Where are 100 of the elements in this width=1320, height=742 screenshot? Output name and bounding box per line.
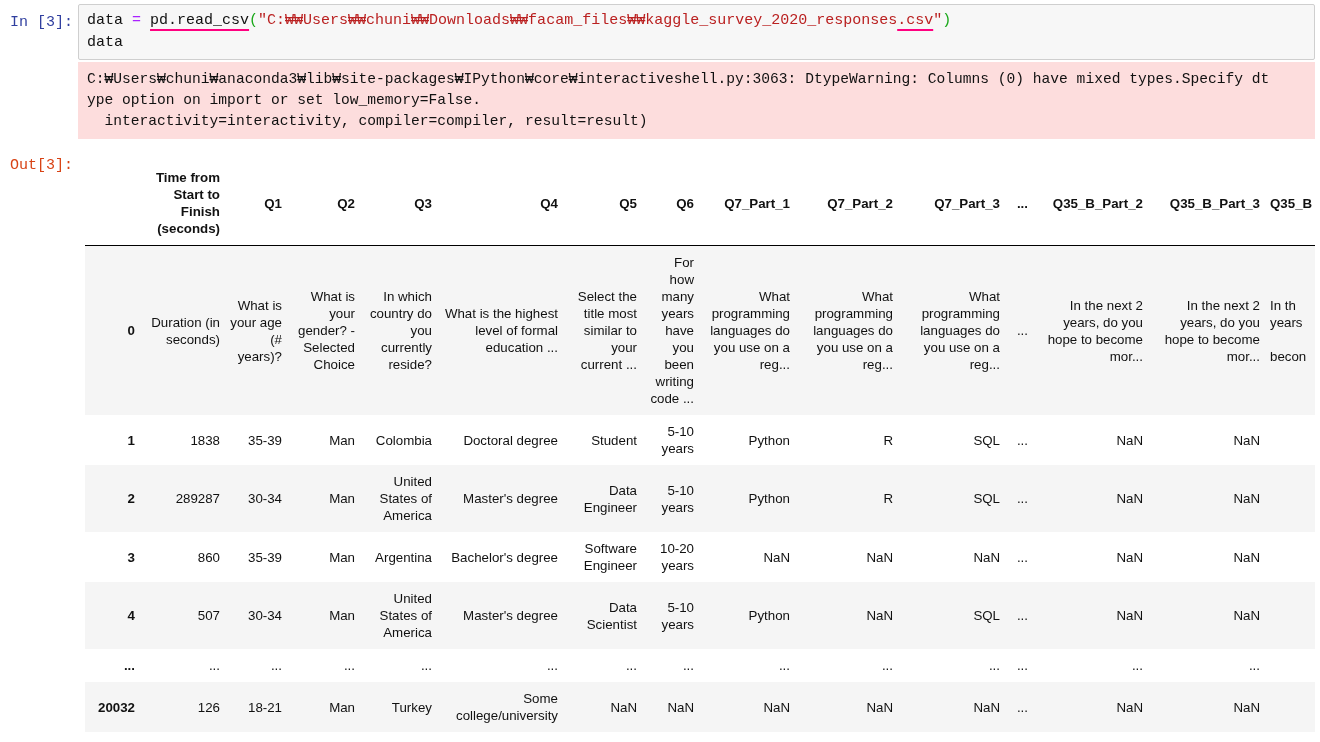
table-cell: Man bbox=[287, 532, 360, 582]
table-cell: 30-34 bbox=[225, 582, 287, 649]
table-cell: For how many years have you been writing code ... bbox=[642, 245, 699, 415]
row-index: 2 bbox=[85, 465, 140, 532]
table-cell: NaN bbox=[642, 682, 699, 732]
table-cell: SQL bbox=[898, 465, 1005, 532]
table-cell: ... bbox=[437, 649, 563, 682]
table-cell: Duration (in seconds) bbox=[140, 245, 225, 415]
table-cell: ... bbox=[1005, 465, 1033, 532]
table-cell: NaN bbox=[795, 532, 898, 582]
table-cell: 35-39 bbox=[225, 415, 287, 465]
table-cell: ... bbox=[1148, 649, 1265, 682]
table-cell: ... bbox=[898, 649, 1005, 682]
column-header: Q5 bbox=[563, 161, 642, 246]
table-cell: NaN bbox=[898, 532, 1005, 582]
table-cell: 289287 bbox=[140, 465, 225, 532]
table-cell: 860 bbox=[140, 532, 225, 582]
column-header: Q7_Part_1 bbox=[699, 161, 795, 246]
column-header: Q35_B bbox=[1265, 161, 1315, 246]
code-line: data = pd.read_csv("C:₩₩Users₩₩chuni₩₩Downloads₩₩facam_files₩₩kaggle_survey_2020_responses.csv") bbox=[87, 12, 952, 29]
table-cell: In th years becon bbox=[1265, 245, 1315, 415]
code-cell[interactable]: data = pd.read_csv("C:₩₩Users₩₩chuni₩₩Downloads₩₩facam_files₩₩kaggle_survey_2020_responses.csv") data bbox=[78, 4, 1315, 60]
row-index: ... bbox=[85, 649, 140, 682]
table-cell: What is your gender? - Selected Choice bbox=[287, 245, 360, 415]
table-cell: 35-39 bbox=[225, 532, 287, 582]
column-header: Q2 bbox=[287, 161, 360, 246]
table-cell: Python bbox=[699, 582, 795, 649]
row-index: 20032 bbox=[85, 682, 140, 732]
row-index: 3 bbox=[85, 532, 140, 582]
table-cell: NaN bbox=[1033, 582, 1148, 649]
table-cell: R bbox=[795, 465, 898, 532]
column-header: Q7_Part_3 bbox=[898, 161, 1005, 246]
table-cell: NaN bbox=[1148, 582, 1265, 649]
table-cell: NaN bbox=[1033, 465, 1148, 532]
table-cell: ... bbox=[795, 649, 898, 682]
table-cell: SQL bbox=[898, 582, 1005, 649]
table-cell: Man bbox=[287, 682, 360, 732]
row-index: 4 bbox=[85, 582, 140, 649]
table-cell: R bbox=[795, 415, 898, 465]
column-header: Time from Start to Finish (seconds) bbox=[140, 161, 225, 246]
table-cell: United States of America bbox=[360, 582, 437, 649]
warning-output: C:₩Users₩chuni₩anaconda3₩lib₩site-packages₩IPython₩core₩interactiveshell.py:3063: DtypeWarning: Columns (0) have mixed types.Specify dt ype option on import or set low_memory=False. interactivity=interactivity, compiler=compiler, result=result) bbox=[78, 62, 1315, 139]
table-cell: Master's degree bbox=[437, 582, 563, 649]
table-cell: In the next 2 years, do you hope to become mor... bbox=[1148, 245, 1265, 415]
table-cell: NaN bbox=[1148, 465, 1265, 532]
table-cell: ... bbox=[1005, 582, 1033, 649]
row-index: 1 bbox=[85, 415, 140, 465]
table-cell: ... bbox=[1005, 682, 1033, 732]
table-cell: ... bbox=[699, 649, 795, 682]
table-cell: What programming languages do you use on a reg... bbox=[795, 245, 898, 415]
table-cell: 5-10 years bbox=[642, 415, 699, 465]
table-cell: Data Engineer bbox=[563, 465, 642, 532]
table-cell: NaN bbox=[898, 682, 1005, 732]
table-cell: In which country do you currently reside? bbox=[360, 245, 437, 415]
table-cell: 5-10 years bbox=[642, 582, 699, 649]
table-cell: Select the title most similar to your current ... bbox=[563, 245, 642, 415]
column-header: ... bbox=[1005, 161, 1033, 246]
table-cell: 18-21 bbox=[225, 682, 287, 732]
table-cell: Bachelor's degree bbox=[437, 532, 563, 582]
table-cell: Some college/university bbox=[437, 682, 563, 732]
table-cell: NaN bbox=[1148, 415, 1265, 465]
table-cell: ... bbox=[1005, 649, 1033, 682]
input-prompt: In [3]: bbox=[9, 13, 74, 33]
table-cell: NaN bbox=[795, 682, 898, 732]
output-prompt: Out[3]: bbox=[9, 156, 74, 176]
table-cell: NaN bbox=[699, 532, 795, 582]
column-header: Q35_B_Part_3 bbox=[1148, 161, 1265, 246]
table-cell: 1838 bbox=[140, 415, 225, 465]
table-cell: ... bbox=[1005, 532, 1033, 582]
table-cell: Turkey bbox=[360, 682, 437, 732]
table-cell: 507 bbox=[140, 582, 225, 649]
table-cell: ... bbox=[225, 649, 287, 682]
table-cell: Man bbox=[287, 465, 360, 532]
table-cell: NaN bbox=[699, 682, 795, 732]
table-cell: NaN bbox=[563, 682, 642, 732]
table-cell: ... bbox=[1005, 245, 1033, 415]
table-cell: NaN bbox=[1033, 532, 1148, 582]
table-cell: What is the highest level of formal education ... bbox=[437, 245, 563, 415]
table-cell: NaN bbox=[1148, 682, 1265, 732]
column-header: Q7_Part_2 bbox=[795, 161, 898, 246]
table-cell: Man bbox=[287, 415, 360, 465]
column-header: Q4 bbox=[437, 161, 563, 246]
table-cell: Doctoral degree bbox=[437, 415, 563, 465]
table-cell: 126 bbox=[140, 682, 225, 732]
table-cell: ... bbox=[287, 649, 360, 682]
table-cell: ... bbox=[360, 649, 437, 682]
table-cell: SQL bbox=[898, 415, 1005, 465]
row-index: 0 bbox=[85, 245, 140, 415]
table-cell: Data Scientist bbox=[563, 582, 642, 649]
table-cell: NaN bbox=[1033, 415, 1148, 465]
table-cell: NaN bbox=[1033, 682, 1148, 732]
table-cell: Man bbox=[287, 582, 360, 649]
table-cell: United States of America bbox=[360, 465, 437, 532]
table-cell: Master's degree bbox=[437, 465, 563, 532]
table-cell: 30-34 bbox=[225, 465, 287, 532]
table-cell: ... bbox=[1033, 649, 1148, 682]
table-cell: What is your age (# years)? bbox=[225, 245, 287, 415]
table-cell: NaN bbox=[795, 582, 898, 649]
table-cell: ... bbox=[642, 649, 699, 682]
table-cell: What programming languages do you use on a reg... bbox=[898, 245, 1005, 415]
